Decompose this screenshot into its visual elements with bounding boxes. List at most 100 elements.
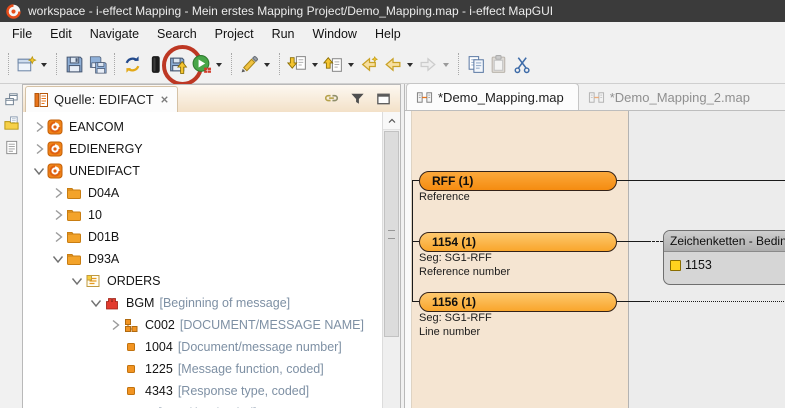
menu-item[interactable]: Run [263, 24, 304, 44]
menu-item[interactable]: Navigate [81, 24, 148, 44]
tree-item[interactable]: C002 [DOCUMENT/MESSAGE NAME] [23, 314, 380, 336]
tree-item[interactable]: BGM [Beginning of message] [23, 292, 380, 314]
bracket-stub [412, 180, 419, 181]
menu-item[interactable]: Help [366, 24, 410, 44]
scroll-up-button[interactable] [383, 112, 400, 130]
dropdown-caret-icon[interactable] [312, 63, 318, 67]
chevron-down-icon[interactable] [88, 295, 104, 311]
folder-icon [66, 207, 83, 223]
tree-item-description: [Response type, coded] [178, 384, 309, 398]
tree-item[interactable]: DTM [Date/time/period] [23, 402, 380, 408]
menu-item[interactable]: File [3, 24, 41, 44]
chevron-down-icon[interactable] [31, 163, 47, 179]
mapping-node[interactable]: 1154 (1) Seg: SG1-RFF Reference number [419, 232, 617, 279]
mapping-node[interactable]: RFF (1) Reference [419, 171, 617, 205]
tree-item[interactable]: UNEDIFACT [23, 160, 380, 182]
mapping-node[interactable]: 1156 (1) Seg: SG1-RFF Line number [419, 292, 617, 339]
tree-scrollbar[interactable] [382, 112, 400, 408]
tree-item-description: [Document/message number] [178, 340, 342, 354]
chevron-right-icon[interactable] [50, 185, 66, 201]
save-button[interactable] [63, 49, 86, 80]
mapping-canvas[interactable]: RFF (1) Reference 1154 (1) Seg: SG1-RFF … [405, 111, 785, 408]
function-box[interactable]: Zeichenketten - Beding 1153 [663, 230, 785, 285]
scrollbar-thumb[interactable] [384, 131, 399, 337]
dropdown-caret-icon[interactable] [264, 63, 270, 67]
chevron-down-icon[interactable] [69, 273, 85, 289]
tree-item[interactable]: EDIENERGY [23, 138, 380, 160]
tree-item[interactable]: 10 [23, 204, 380, 226]
back-button[interactable] [381, 49, 417, 80]
filter-icon[interactable] [349, 90, 366, 107]
menu-item[interactable]: Edit [41, 24, 81, 44]
editor-tab-label: *Demo_Mapping_2.map [610, 90, 750, 105]
tree-item-label: 1225 [145, 362, 173, 376]
last-edit-location-button[interactable] [358, 49, 381, 80]
segment-red-icon [104, 295, 121, 311]
chevron-right-icon[interactable] [31, 119, 47, 135]
editor-tab[interactable]: *Demo_Mapping_2.map [579, 84, 759, 110]
tree-item[interactable]: D93A [23, 248, 380, 270]
binary-view-button[interactable] [144, 49, 167, 80]
dropdown-caret-icon[interactable] [407, 63, 413, 67]
maximize-icon[interactable] [375, 90, 392, 107]
new-button[interactable] [15, 49, 51, 80]
projects-view-icon[interactable] [3, 115, 20, 132]
node-pill[interactable]: 1156 (1) [419, 292, 617, 312]
dropdown-caret-icon[interactable] [216, 63, 222, 67]
chevron-slot[interactable] [107, 361, 123, 377]
forward-button[interactable] [417, 49, 453, 80]
upload-map-icon [323, 54, 344, 75]
menu-item[interactable]: Search [148, 24, 206, 44]
upload-button[interactable] [322, 49, 358, 80]
highlight-button[interactable] [238, 49, 274, 80]
tree-item[interactable]: ORDERS [23, 270, 380, 292]
element-icon [123, 383, 140, 399]
outline-view-icon[interactable] [3, 139, 20, 156]
save-icon [64, 54, 85, 75]
save-all-button[interactable] [86, 49, 109, 80]
function-box-item[interactable]: 1153 [685, 258, 712, 272]
menu-item[interactable]: Window [304, 24, 366, 44]
tree-item[interactable]: D04A [23, 182, 380, 204]
refresh-button[interactable] [121, 49, 144, 80]
forward-icon [418, 54, 439, 75]
new-wizard-icon [16, 54, 37, 75]
chevron-right-icon[interactable] [107, 317, 123, 333]
run-button[interactable] [190, 49, 226, 80]
save-and-upload-button[interactable] [167, 49, 190, 80]
function-box-title[interactable]: Zeichenketten - Beding [664, 231, 785, 252]
editor-tab[interactable]: *Demo_Mapping.map [406, 83, 579, 110]
tree-item[interactable]: D01B [23, 226, 380, 248]
node-pill[interactable]: 1154 (1) [419, 232, 617, 252]
link-with-editor-icon[interactable] [323, 90, 340, 107]
cut-button[interactable] [511, 49, 534, 80]
chevron-right-icon[interactable] [31, 141, 47, 157]
chevron-slot[interactable] [107, 383, 123, 399]
node-pill[interactable]: RFF (1) [419, 171, 617, 191]
application-window: workspace - i-effect Mapping - Mein erst… [0, 0, 785, 408]
chevron-right-icon[interactable] [50, 207, 66, 223]
tab-quelle-edifact[interactable]: Quelle: EDIFACT [25, 86, 178, 112]
tree-item-label: 1004 [145, 340, 173, 354]
element-icon [123, 339, 140, 355]
tree-item[interactable]: 4343 [Response type, coded] [23, 380, 380, 402]
restore-views-icon[interactable] [3, 91, 20, 108]
tree-item[interactable]: 1004 [Document/message number] [23, 336, 380, 358]
toolbar-separator [56, 53, 58, 75]
element-marker-icon [670, 260, 681, 271]
close-icon[interactable] [159, 94, 170, 105]
dropdown-caret-icon[interactable] [348, 63, 354, 67]
paste-button[interactable] [488, 49, 511, 80]
chevron-slot[interactable] [107, 339, 123, 355]
menu-item[interactable]: Project [206, 24, 263, 44]
toolbar-separator [8, 53, 10, 75]
chevron-right-icon[interactable] [50, 229, 66, 245]
node-subline: Seg: SG1-RFF [419, 312, 617, 326]
tree-item[interactable]: 1225 [Message function, coded] [23, 358, 380, 380]
dropdown-caret-icon[interactable] [41, 63, 47, 67]
chevron-down-icon[interactable] [50, 251, 66, 267]
tree-item[interactable]: EANCOM [23, 116, 380, 138]
copy-button[interactable] [465, 49, 488, 80]
dropdown-caret-icon[interactable] [443, 63, 449, 67]
download-button[interactable] [286, 49, 322, 80]
